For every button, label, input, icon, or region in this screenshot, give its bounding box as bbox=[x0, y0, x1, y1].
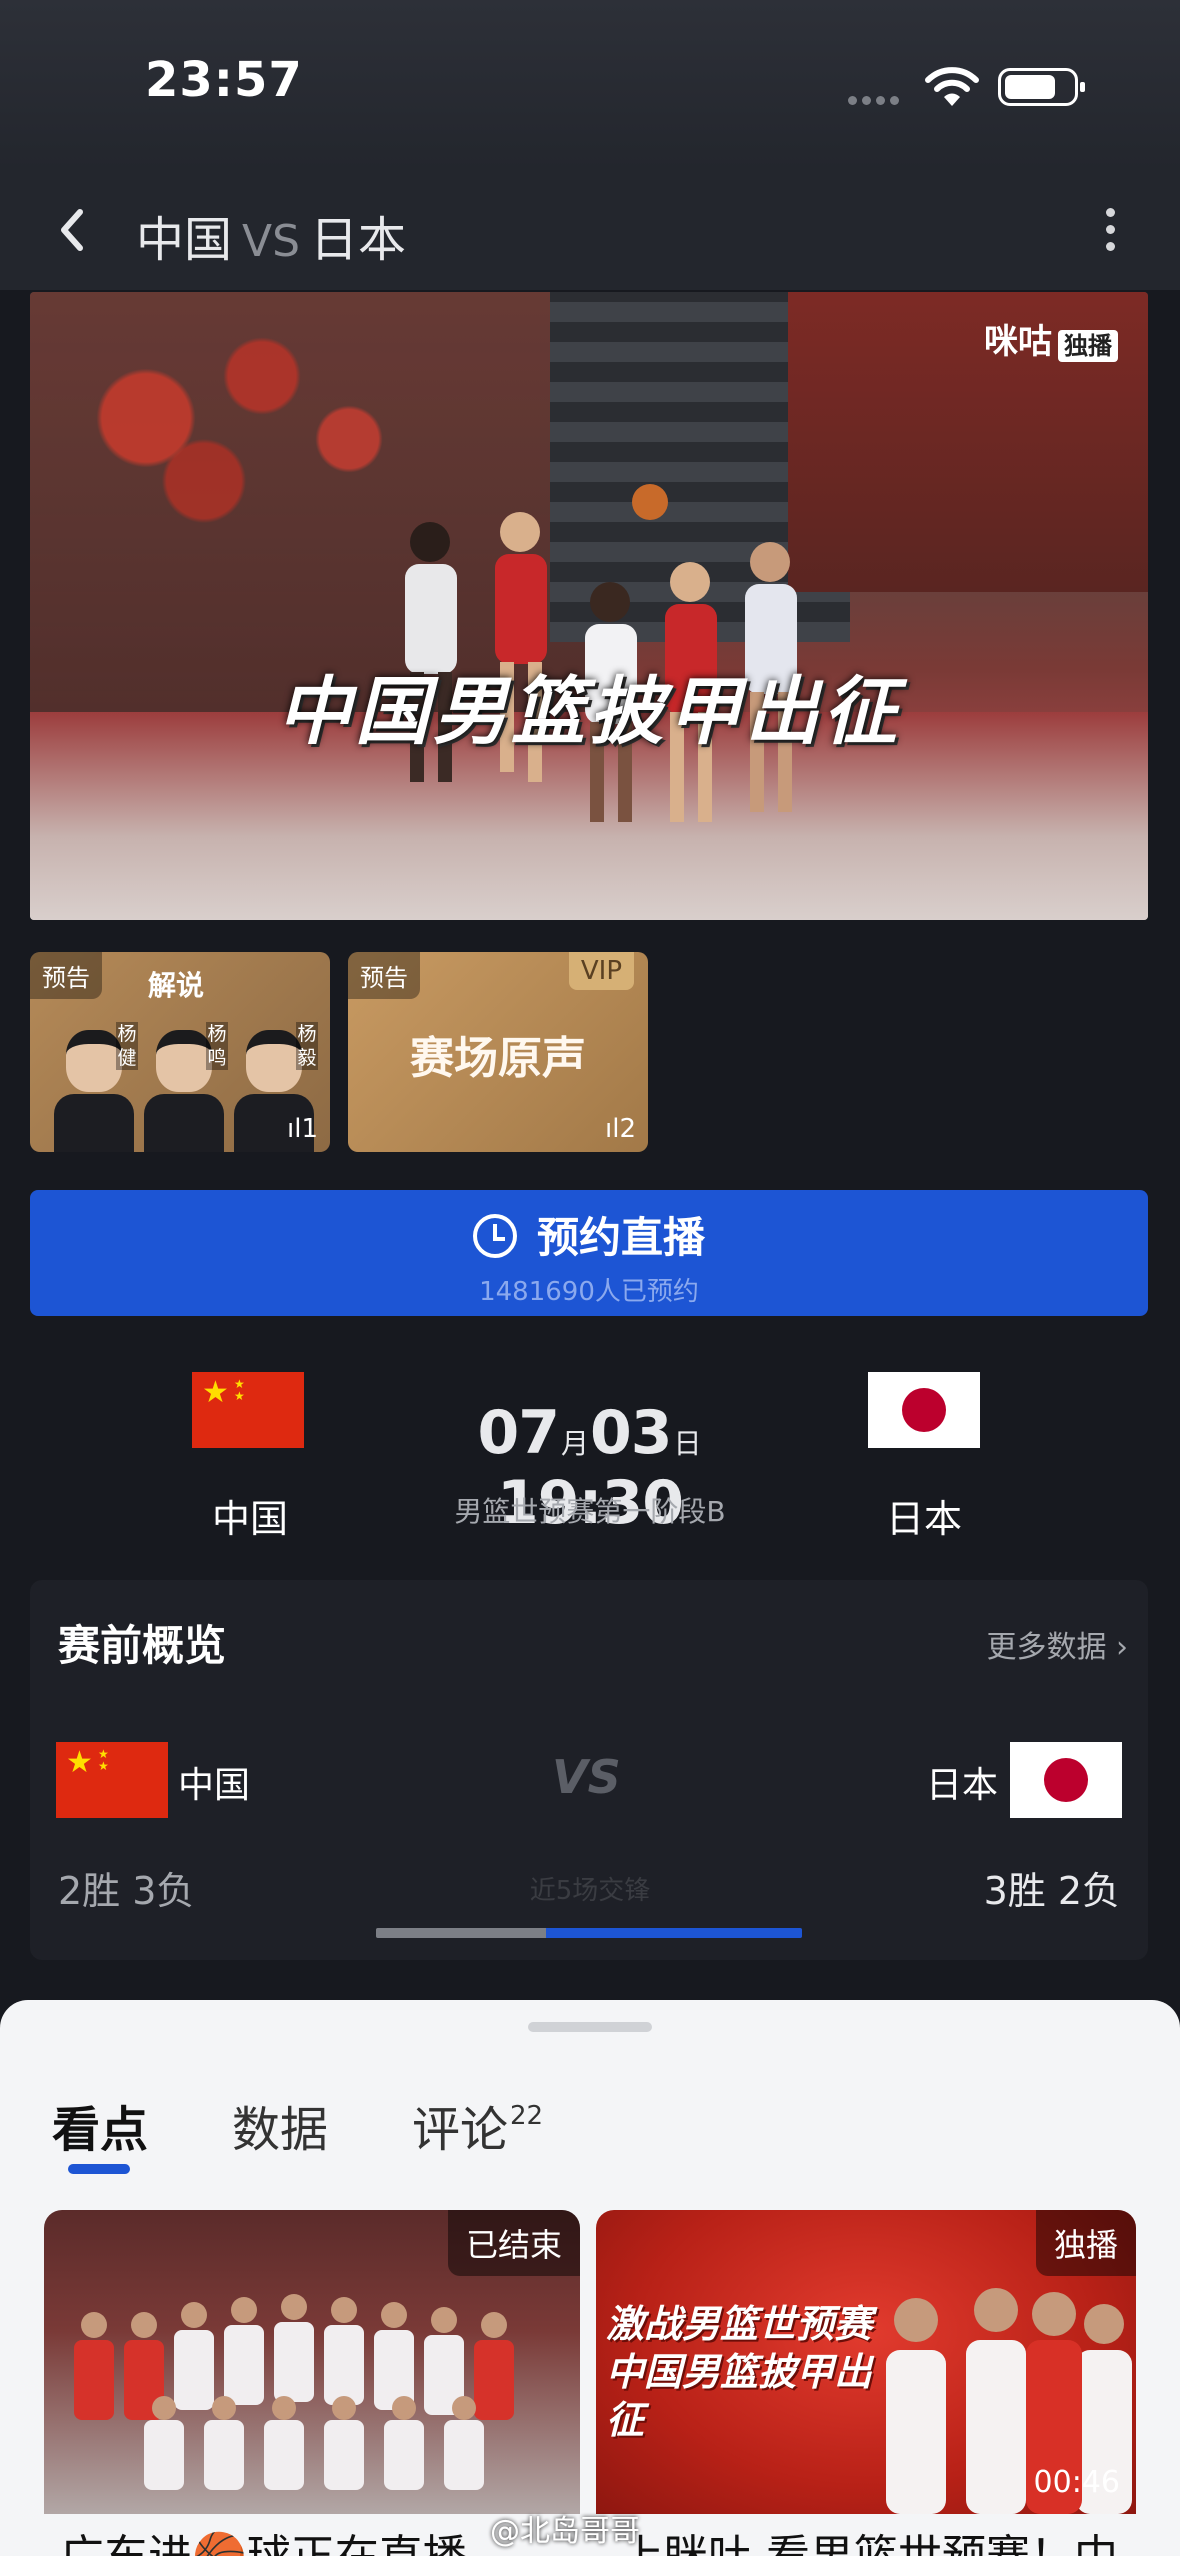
bottom-sheet: 看点 数据 评论22 已结束 激战男篮世预赛 中国男篮披甲出征 独播 00:46 bbox=[0, 2000, 1180, 2556]
reserve-live-button[interactable]: 预约直播 1481690人已预约 bbox=[30, 1190, 1148, 1316]
title-team-b: 日本 bbox=[310, 212, 407, 268]
clock-icon bbox=[472, 1214, 517, 1258]
preview-tag: 预告 bbox=[348, 952, 420, 999]
commentator-name: 杨毅 bbox=[296, 1022, 318, 1070]
prematch-overview: 赛前概览 更多数据 › 中国 VS 日本 2胜 3负 近5场交锋 3胜 2负 bbox=[30, 1580, 1148, 1960]
preview-tag: 预告 bbox=[30, 952, 102, 999]
drag-handle[interactable] bbox=[528, 2022, 652, 2032]
video-thumbnail[interactable]: 激战男篮世预赛 中国男篮披甲出征 独播 00:46 bbox=[596, 2210, 1136, 2514]
brand-logo: 咪咕 独播 bbox=[984, 314, 1118, 363]
stream-card-original-sound[interactable]: 预告 VIP 赛场原声 ıl2 bbox=[348, 952, 648, 1152]
match-stage: 男篮世预赛第一阶段B bbox=[454, 1495, 726, 1528]
overview-away-name: 日本 bbox=[925, 1765, 998, 1806]
video-headline: 中国男篮披甲出征 bbox=[277, 669, 901, 755]
reserve-count: 1481690人已预约 bbox=[479, 1277, 699, 1307]
chevron-right-icon: › bbox=[1116, 1630, 1128, 1665]
team-photo bbox=[74, 2294, 514, 2490]
bars-icon: ıl bbox=[605, 1114, 620, 1144]
home-share-fill bbox=[376, 1928, 546, 1938]
more-options-icon[interactable] bbox=[1090, 200, 1130, 260]
commentator-name: 杨鸣 bbox=[206, 1022, 228, 1070]
home-team-name[interactable]: 中国 bbox=[190, 1488, 310, 1543]
video-thumbnail[interactable]: 已结束 bbox=[44, 2210, 580, 2514]
wifi-icon bbox=[925, 67, 979, 106]
commentator-name: 杨健 bbox=[116, 1022, 138, 1070]
more-data-link[interactable]: 更多数据 › bbox=[986, 1622, 1128, 1666]
page-title: 中国 VS 日本 bbox=[136, 200, 406, 270]
exclusive-badge: 独播 bbox=[1035, 2210, 1136, 2276]
china-flag-icon[interactable] bbox=[192, 1372, 304, 1448]
title-team-a: 中国 bbox=[136, 212, 233, 268]
signal-icon bbox=[848, 90, 904, 105]
tab-comments[interactable]: 评论22 bbox=[412, 2090, 543, 2160]
video-duration: 00:46 bbox=[1033, 2465, 1120, 2500]
nav-bar: 中国 VS 日本 bbox=[0, 170, 1180, 290]
tab-indicator bbox=[68, 2164, 130, 2174]
stream-card-commentary[interactable]: 预告 解说 杨健 杨鸣 杨毅 ıl1 bbox=[30, 952, 330, 1152]
japan-flag-icon[interactable] bbox=[868, 1372, 980, 1448]
match-info: 中国 07月03日 19:30 男篮世预赛第一阶段B 日本 bbox=[0, 1360, 1180, 1560]
record-comparison-bar bbox=[376, 1928, 802, 1938]
brand-badge: 独播 bbox=[1058, 330, 1118, 362]
reserve-label: 预约直播 bbox=[536, 1213, 705, 1262]
home-record: 2胜 3负 bbox=[58, 1869, 195, 1913]
back-icon[interactable] bbox=[48, 200, 98, 260]
watermark: @北岛哥哥 bbox=[490, 2514, 640, 2549]
away-record: 3胜 2负 bbox=[983, 1869, 1120, 1913]
overview-home-name: 中国 bbox=[178, 1765, 251, 1806]
original-sound-label: 赛场原声 bbox=[410, 1033, 586, 1084]
title-vs: VS bbox=[242, 216, 301, 267]
head-to-head-label: 近5场交锋 bbox=[529, 1876, 651, 1906]
japan-flag-icon bbox=[1010, 1742, 1122, 1818]
video-caption[interactable]: 上眯吐 看男篮世预赛！中 bbox=[620, 2520, 1150, 2556]
away-share-fill bbox=[546, 1928, 802, 1938]
thumbnail-title: 激战男篮世预赛 中国男篮披甲出征 bbox=[606, 2302, 873, 2442]
status-badge: 已结束 bbox=[447, 2210, 580, 2276]
china-flag-icon bbox=[56, 1742, 168, 1818]
status-time: 23:57 bbox=[145, 52, 303, 108]
tab-highlights[interactable]: 看点 bbox=[52, 2090, 148, 2160]
status-bar: 23:57 bbox=[0, 0, 1180, 170]
overview-title: 赛前概览 bbox=[58, 1621, 227, 1670]
comment-count: 22 bbox=[510, 2101, 544, 2131]
vip-badge: VIP bbox=[568, 952, 634, 990]
bars-icon: ıl bbox=[287, 1114, 302, 1144]
views-count: ıl2 bbox=[605, 1114, 636, 1144]
tab-data[interactable]: 数据 bbox=[232, 2090, 328, 2160]
battery-icon bbox=[998, 68, 1085, 106]
commentary-label: 解说 bbox=[148, 969, 205, 1002]
vs-label: VS bbox=[552, 1750, 621, 1804]
away-team-name[interactable]: 日本 bbox=[864, 1488, 984, 1543]
video-player[interactable]: 咪咕 独播 中国男篮披甲出征 bbox=[30, 292, 1148, 920]
views-count: ıl1 bbox=[287, 1114, 318, 1144]
brand-name: 咪咕 bbox=[984, 322, 1052, 362]
